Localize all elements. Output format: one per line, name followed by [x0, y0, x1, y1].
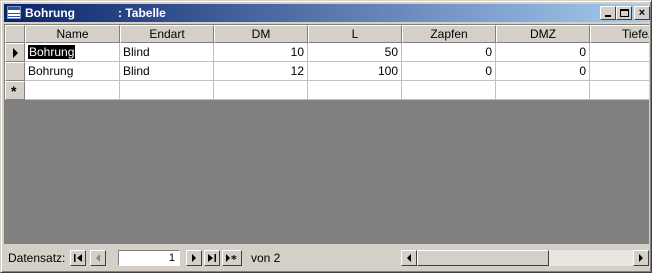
record-navigator: Datensatz: * von 2	[4, 248, 649, 268]
record-count: von 2	[251, 251, 281, 265]
cell-name-row2[interactable]: Bohrung	[25, 62, 120, 81]
next-record-icon	[192, 254, 196, 262]
table-window: Bohrung : Tabelle × Name Endart DM L Zap…	[0, 0, 652, 273]
table-icon	[7, 6, 21, 19]
row-selector-new[interactable]: *	[5, 81, 25, 100]
column-header-dmz[interactable]: DMZ	[496, 25, 590, 43]
cell-tiefez-row2[interactable]	[590, 62, 649, 81]
new-record-icon: *	[11, 83, 17, 99]
scroll-left-icon	[407, 254, 411, 262]
scroll-right-icon	[639, 254, 643, 262]
table-cell[interactable]: Bohrung	[25, 43, 120, 62]
new-cell-l[interactable]	[308, 81, 402, 100]
maximize-button[interactable]	[616, 6, 632, 20]
column-header-zapfen[interactable]: Zapfen	[402, 25, 496, 43]
current-record-input[interactable]	[118, 250, 180, 266]
next-record-button[interactable]	[186, 250, 202, 266]
close-icon: ×	[638, 7, 646, 19]
column-header-endart[interactable]: Endart	[120, 25, 214, 43]
last-record-icon	[208, 254, 216, 262]
maximize-icon	[620, 9, 629, 17]
new-cell-dmz[interactable]	[496, 81, 590, 100]
previous-record-button[interactable]	[90, 250, 106, 266]
header-corner[interactable]	[5, 25, 25, 43]
row-selector[interactable]	[5, 62, 25, 81]
scroll-left-button[interactable]	[401, 250, 417, 266]
scroll-right-button[interactable]	[633, 250, 649, 266]
new-cell-dm[interactable]	[214, 81, 308, 100]
horizontal-scrollbar[interactable]	[401, 250, 649, 266]
title-bar[interactable]: Bohrung : Tabelle ×	[4, 4, 650, 22]
previous-record-icon	[96, 254, 100, 262]
column-header-l[interactable]: L	[308, 25, 402, 43]
cell-dmz-row1[interactable]: 0	[496, 43, 590, 62]
new-cell-zapfen[interactable]	[402, 81, 496, 100]
last-record-button[interactable]	[204, 250, 220, 266]
new-record-nav-icon: *	[226, 253, 237, 263]
first-record-icon	[74, 254, 82, 262]
column-header-dm[interactable]: DM	[214, 25, 308, 43]
row-selector-current[interactable]	[5, 43, 25, 62]
cell-l-row2[interactable]: 100	[308, 62, 402, 81]
record-label: Datensatz:	[8, 251, 66, 265]
cell-dm-row2[interactable]: 12	[214, 62, 308, 81]
cell-tiefez-row1[interactable]	[590, 43, 649, 62]
window-title-type: : Tabelle	[118, 6, 166, 20]
column-header-name[interactable]: Name	[25, 25, 120, 43]
minimize-icon	[605, 15, 611, 17]
svg-text:*: *	[231, 253, 237, 263]
column-header-tiefez[interactable]: TiefeZ	[590, 25, 649, 43]
cell-l-row1[interactable]: 50	[308, 43, 402, 62]
cell-name-row1[interactable]: Bohrung	[28, 45, 76, 59]
current-record-arrow-icon	[13, 48, 18, 58]
cell-endart-row2[interactable]: Blind	[120, 62, 214, 81]
new-cell-endart[interactable]	[120, 81, 214, 100]
first-record-button[interactable]	[70, 250, 86, 266]
cell-dmz-row2[interactable]: 0	[496, 62, 590, 81]
new-cell-name[interactable]	[25, 81, 120, 100]
window-title-name: Bohrung	[25, 6, 75, 20]
close-button[interactable]: ×	[634, 6, 650, 20]
new-record-button[interactable]: *	[222, 250, 242, 266]
cell-zapfen-row2[interactable]: 0	[402, 62, 496, 81]
cell-dm-row1[interactable]: 10	[214, 43, 308, 62]
cell-zapfen-row1[interactable]: 0	[402, 43, 496, 62]
datasheet-grid[interactable]: Name Endart DM L Zapfen DMZ TiefeZ Bohru…	[4, 24, 649, 244]
minimize-button[interactable]	[600, 6, 616, 20]
new-cell-tiefez[interactable]	[590, 81, 649, 100]
cell-endart-row1[interactable]: Blind	[120, 43, 214, 62]
scrollbar-thumb[interactable]	[417, 250, 549, 266]
